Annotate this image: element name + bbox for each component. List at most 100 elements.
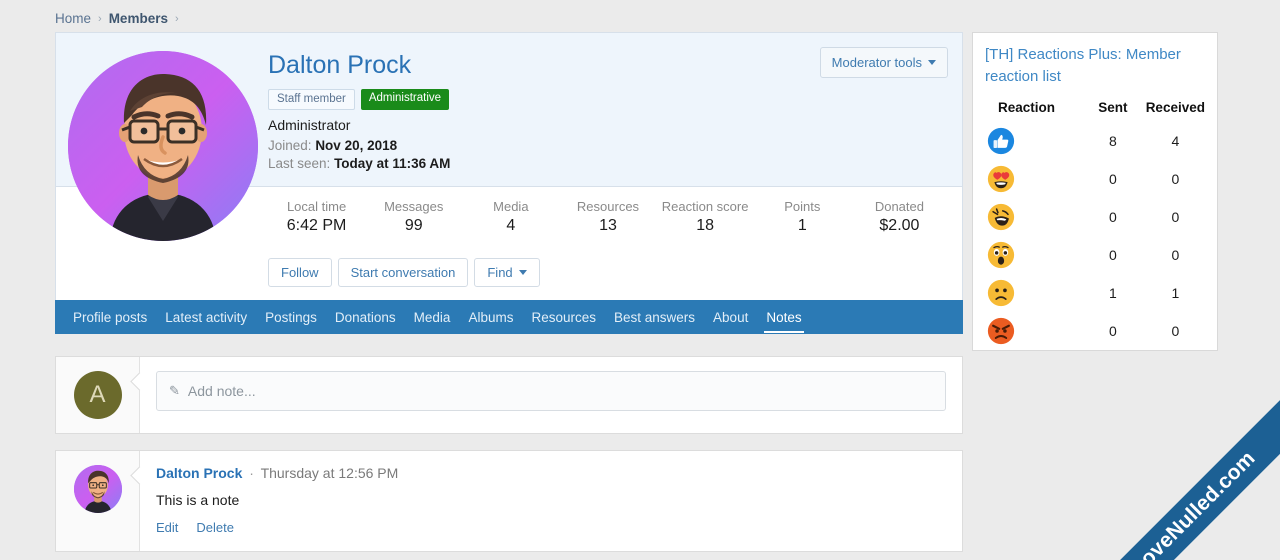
sent-value: 8 [1108,132,1117,149]
stat-label: Donated [874,199,924,215]
stat-label: Messages [384,199,444,215]
start-conversation-button[interactable]: Start conversation [337,258,469,288]
avatar-illustration-icon [73,465,122,514]
note-text: This is a note [156,492,240,509]
sent-value: 1 [1108,284,1117,301]
status-badge-staff: Staff member [268,88,355,111]
tab-best-answers[interactable]: Best answers [605,301,704,333]
received-value: 0 [1171,170,1180,187]
reaction-cell [973,160,1080,198]
stat-messages[interactable]: Messages 99 [365,199,462,235]
column-header-received: Received [1145,99,1205,115]
find-label: Find [487,265,513,281]
haha-emoji [987,203,1015,230]
reactions-table: Reaction Sent Received 8 4 0 0 0 0 0 0 1… [973,98,1217,350]
stat-value: 13 [599,217,617,235]
note-separator: · [249,465,254,482]
note-author-link[interactable]: Dalton Prock [156,465,242,481]
user-title: Administrator [268,117,351,134]
column-header-sent: Sent [1098,99,1128,115]
joined-row: Joined: Nov 20, 2018 [268,138,946,153]
sent-value: 0 [1108,322,1117,339]
stat-points: Points 1 [754,199,851,235]
stat-value: 1 [797,217,807,235]
stat-donated: Donated $2.00 [851,199,948,235]
tab-resources[interactable]: Resources [522,301,605,333]
tab-notes[interactable]: Notes [757,301,810,334]
avatar[interactable] [68,51,258,241]
received-value: 4 [1171,132,1180,149]
joined-label: Joined: [268,138,312,154]
note-item: Dalton Prock · Thursday at 12:56 PM This… [55,450,963,553]
note-avatar-col [56,451,140,552]
last-seen-label: Last seen: [268,156,331,172]
watermark-ribbon: ♥ LoveNulled.com [1068,399,1280,560]
find-button[interactable]: Find [474,258,540,288]
delete-note-link[interactable]: Delete [196,520,234,535]
tab-profile-posts[interactable]: Profile posts [64,301,156,333]
add-note-body: ✎ Add note... [140,357,962,434]
received-value: 1 [1171,284,1180,301]
joined-value: Nov 20, 2018 [315,138,398,154]
profile-header-card: Moderator tools Dalton Prock Staff membe… [55,32,963,241]
table-row: 0 0 [973,198,1217,236]
stat-resources[interactable]: Resources 13 [559,199,656,235]
avatar[interactable] [73,465,122,514]
tab-about[interactable]: About [704,301,757,333]
note-timestamp[interactable]: Thursday at 12:56 PM [261,465,399,481]
table-row: 8 4 [973,122,1217,160]
reaction-cell [973,198,1080,236]
edit-note-link[interactable]: Edit [156,520,178,535]
stat-label: Reaction score [661,199,749,215]
composer-avatar-col: A [56,357,140,434]
reactions-widget-title[interactable]: [TH] Reactions Plus: Member reaction lis… [973,33,1217,98]
note-header: Dalton Prock · Thursday at 12:56 PM [156,465,946,481]
start-conversation-label: Start conversation [350,265,456,281]
stat-value: $2.00 [879,217,920,235]
add-note-input[interactable]: ✎ Add note... [156,371,946,412]
column-header-reaction: Reaction [998,99,1056,115]
profile-page: Home › Members › Moderator tools Dalton … [0,0,1280,560]
avatar-illustration-icon [68,51,258,241]
note-actions: Edit Delete [156,520,946,535]
breadcrumb: Home › Members › [55,11,179,26]
watermark-text: LoveNulled.com [1126,446,1260,560]
stat-value: 6:42 PM [286,217,347,235]
last-seen-value: Today at 11:36 AM [334,156,451,172]
received-value: 0 [1171,208,1180,225]
follow-button[interactable]: Follow [268,258,332,288]
sent-value: 0 [1108,170,1117,187]
reaction-cell [973,236,1080,274]
tab-donations[interactable]: Donations [326,301,405,333]
last-seen-row: Last seen: Today at 11:36 AM [268,156,946,171]
reaction-cell [973,122,1080,160]
breadcrumb-home[interactable]: Home [55,11,91,26]
angry-emoji [987,317,1015,344]
stat-label: Points [784,199,821,215]
avatar-initial[interactable]: A [73,371,122,420]
sad-emoji [987,279,1015,306]
stat-label: Media [493,199,529,215]
follow-label: Follow [281,265,319,281]
moderator-tools-button[interactable]: Moderator tools [819,47,948,78]
table-row: 0 0 [973,160,1217,198]
wow-emoji [987,241,1015,268]
tab-albums[interactable]: Albums [459,301,522,333]
tab-postings[interactable]: Postings [256,301,326,333]
stat-label: Local time [286,199,347,215]
received-value: 0 [1171,322,1180,339]
breadcrumb-members[interactable]: Members [109,11,168,26]
chevron-right-icon: › [98,12,102,25]
badge-group: Staff member Administrative [268,88,946,111]
profile-actions: Follow Start conversation Find [55,248,963,301]
add-note-card: A ✎ Add note... [55,356,963,435]
love-emoji [987,165,1015,192]
table-row: 1 1 [973,274,1217,312]
reaction-cell [973,312,1080,350]
table-row: 0 0 [973,236,1217,274]
note-body: Dalton Prock · Thursday at 12:56 PM This… [140,451,962,552]
tab-latest-activity[interactable]: Latest activity [156,301,256,333]
tab-media[interactable]: Media [405,301,460,333]
reaction-cell [973,274,1080,312]
stat-media[interactable]: Media 4 [462,199,559,235]
